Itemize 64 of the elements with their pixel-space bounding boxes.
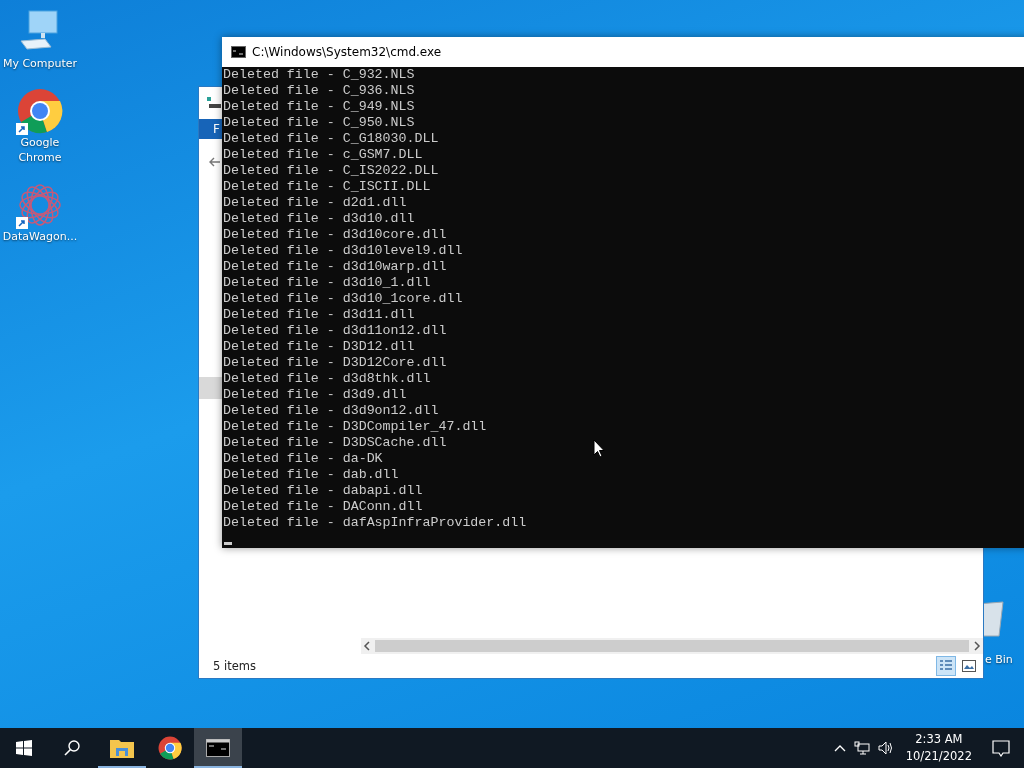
scroll-right-icon[interactable] [971,640,983,652]
console-line: Deleted file - d3d9.dll [223,387,407,403]
console-line: Deleted file - C_ISCII.DLL [223,179,431,195]
console-line: Deleted file - d3d11.dll [223,307,415,323]
desktop-icon-label[interactable]: e Bin [985,652,1013,667]
console-line: Deleted file - c_GSM7.DLL [223,147,423,163]
ribbon-tab[interactable]: F [213,122,220,136]
console-line: Deleted file - d2d1.dll [223,195,407,211]
console-line: Deleted file - C_IS2022.DLL [223,163,439,179]
console-line: Deleted file - C_949.NLS [223,99,415,115]
console-line: Deleted file - d3d10level9.dll [223,243,463,259]
windows-logo-icon [16,740,32,756]
shortcut-arrow-icon [16,123,28,135]
speaker-icon [877,741,894,755]
status-text: 5 items [213,659,256,673]
console-line: Deleted file - D3DCompiler_47.dll [223,419,487,435]
shortcut-arrow-icon [16,217,28,229]
console-line: Deleted file - D3D12.dll [223,339,415,355]
chevron-up-icon [833,744,846,752]
console-line: Deleted file - d3d10_1core.dll [223,291,463,307]
back-arrow-icon[interactable] [209,156,221,168]
text-cursor [224,542,232,545]
console-line: Deleted file - d3d10.dll [223,211,415,227]
console-line: Deleted file - d3d8thk.dll [223,371,431,387]
window-title: C:\Windows\System32\cmd.exe [252,45,442,59]
console-line: Deleted file - d3d10_1.dll [223,275,431,291]
console-line: Deleted file - C_932.NLS [223,67,415,83]
console-line: Deleted file - d3d9on12.dll [223,403,439,419]
console-line: Deleted file - d3d11on12.dll [223,323,447,339]
large-icons-view-icon [962,660,976,672]
terminal-icon [206,739,230,757]
details-view-icon [939,659,953,673]
folder-icon [110,738,134,758]
console-line: Deleted file - D3D12Core.dll [223,355,447,371]
drive-icon [207,97,221,109]
mouse-pointer-icon [593,439,605,458]
chrome-icon [17,88,63,134]
console-line: Deleted file - dabapi.dll [223,483,423,499]
computer-icon [17,9,61,53]
console-line: Deleted file - C_G18030.DLL [223,131,439,147]
console-line: Deleted file - D3DSCache.dll [223,435,447,451]
search-icon [64,740,80,756]
console-line: Deleted file - da-DK [223,451,383,467]
console-line: Deleted file - d3d10warp.dll [223,259,447,275]
scroll-left-icon[interactable] [361,640,373,652]
clock[interactable]: 2:33 AM 10/21/2022 [897,731,980,765]
network-pattern-icon [17,182,63,228]
scrollbar-thumb[interactable] [375,640,969,652]
chrome-icon [158,736,182,760]
console-line: Deleted file - dafAspInfraProvider.dll [223,515,527,531]
taskbar-app-button[interactable] [194,728,242,768]
terminal-icon [231,46,246,58]
console-line: Deleted file - DAConn.dll [223,499,423,515]
network-icon [853,741,870,755]
console-line: Deleted file - C_936.NLS [223,83,415,99]
desktop-icon-label[interactable]: DataWagon... [0,229,80,244]
console-line: Deleted file - C_950.NLS [223,115,415,131]
desktop-icon-label[interactable]: My Computer [0,56,80,71]
speech-bubble-icon [992,739,1010,757]
horizontal-scrollbar[interactable] [361,638,983,654]
console-line: Deleted file - dab.dll [223,467,399,483]
desktop-icon-label[interactable]: Google Chrome [0,135,80,165]
console-line: Deleted file - d3d10core.dll [223,227,447,243]
nav-item-highlight[interactable] [199,377,223,399]
